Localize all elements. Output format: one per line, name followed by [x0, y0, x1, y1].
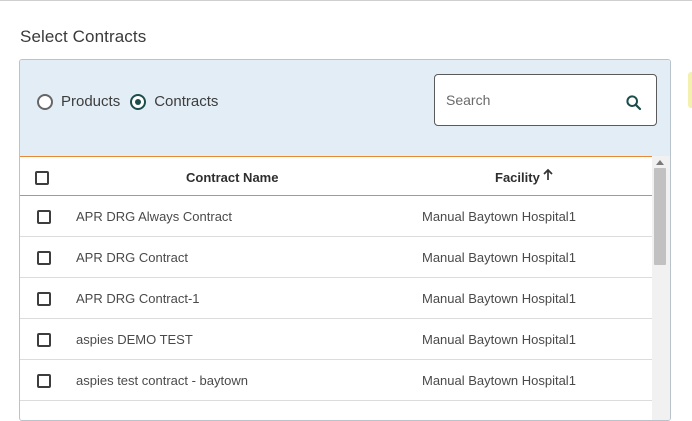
sort-ascending-icon[interactable] [542, 168, 554, 182]
contract-name-cell: APR DRG Contract [76, 250, 188, 265]
table-scrollbar[interactable] [652, 156, 670, 420]
facility-cell: Manual Baytown Hospital1 [422, 209, 576, 224]
cropped-heading-fragment [20, 0, 270, 3]
table-row[interactable]: APR DRG Contract Manual Baytown Hospital… [20, 237, 652, 278]
contract-name-cell: APR DRG Always Contract [76, 209, 233, 224]
products-radio-icon[interactable] [37, 93, 53, 110]
contracts-table: Contract Name Facility APR DRG Always Co… [20, 156, 652, 420]
facility-column-header[interactable]: Facility [495, 170, 540, 185]
facility-cell: Manual Baytown Hospital1 [422, 291, 576, 306]
products-radio-option[interactable]: Products [37, 93, 120, 110]
contract-selector-panel: Products Contracts Contract Name Facilit… [19, 59, 671, 421]
search-icon[interactable] [625, 94, 643, 112]
side-highlight [688, 72, 692, 108]
facility-cell: Manual Baytown Hospital1 [422, 332, 576, 347]
contracts-radio-icon[interactable] [130, 93, 147, 110]
contract-name-cell: APR DRG Contract-1 [76, 291, 200, 306]
contract-name-column-header[interactable]: Contract Name [186, 170, 278, 185]
contracts-radio-option[interactable]: Contracts [130, 93, 218, 110]
row-checkbox[interactable] [37, 210, 51, 224]
scrollbar-thumb[interactable] [654, 168, 666, 265]
products-radio-label: Products [61, 93, 121, 110]
row-checkbox[interactable] [37, 292, 51, 306]
row-checkbox[interactable] [37, 333, 51, 347]
search-input[interactable] [444, 91, 618, 109]
row-checkbox[interactable] [37, 251, 51, 265]
section-title: Select Contracts [20, 27, 147, 46]
facility-cell: Manual Baytown Hospital1 [422, 373, 576, 388]
search-box[interactable] [434, 74, 657, 126]
table-header: Contract Name Facility [20, 156, 652, 196]
table-row[interactable]: aspies DEMO TEST Manual Baytown Hospital… [20, 319, 652, 360]
table-row[interactable]: APR DRG Always Contract Manual Baytown H… [20, 196, 652, 237]
filter-bar: Products Contracts [20, 60, 670, 156]
row-checkbox[interactable] [37, 374, 51, 388]
contract-name-cell: aspies test contract - baytown [76, 373, 248, 388]
scroll-up-arrow-icon[interactable] [656, 160, 664, 165]
facility-cell: Manual Baytown Hospital1 [422, 250, 576, 265]
table-row[interactable]: aspies test contract - baytown Manual Ba… [20, 360, 652, 401]
contracts-radio-label: Contracts [154, 93, 219, 110]
selection-type-radio-group: Products Contracts [37, 93, 228, 110]
select-all-checkbox[interactable] [35, 171, 49, 185]
table-row[interactable]: APR DRG Contract-1 Manual Baytown Hospit… [20, 278, 652, 319]
contract-name-cell: aspies DEMO TEST [76, 332, 193, 347]
